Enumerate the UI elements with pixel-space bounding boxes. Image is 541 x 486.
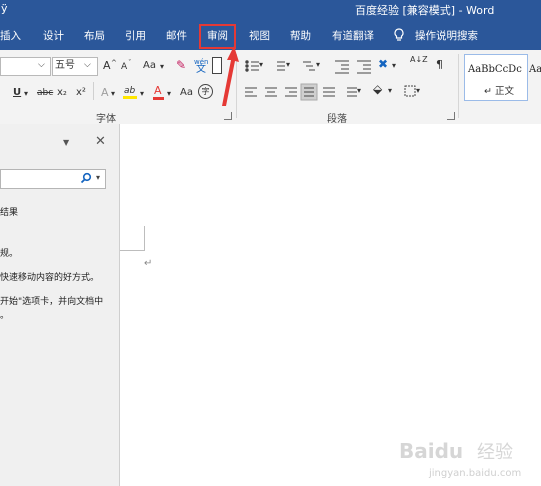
chevron-down-icon[interactable]: ▾ [167,87,171,101]
tab-view[interactable]: 视图 [249,28,270,45]
tab-mailings[interactable]: 邮件 [166,28,187,45]
caret-down-icon: ˇ [128,59,132,67]
paragraph-buttons [245,60,416,101]
navigation-pane: ▼ ✕ ▾ 结果 规。 快速移动内容的好方式。 开始"选项卡，并向文档中 。 [0,124,120,486]
watermark: Baidu 经验 jingyan.baidu.com [399,439,521,479]
pane-text-line: 规。 [0,249,19,259]
divider [93,82,94,100]
margin-corner-mark [120,250,144,251]
change-case-button[interactable]: Aa [143,59,156,73]
subscript-button[interactable]: x₂ [57,86,67,100]
grow-font-button[interactable]: A [103,59,111,73]
pane-text-line: 开始"选项卡，并向文档中 [0,297,104,307]
chevron-down-icon[interactable]: ⌵ [38,58,45,72]
char-shading-button[interactable]: Aa [180,86,193,100]
font-group-label: 字体 [96,114,116,125]
font-color-bar [153,97,164,100]
chevron-down-icon[interactable]: ▾ [388,84,392,98]
chevron-down-icon[interactable]: ▾ [286,58,290,72]
title-fragment: ÿ [1,2,8,15]
document-page[interactable]: ↵ [120,124,541,486]
paragraph-group-label: 段落 [327,114,347,125]
tab-layout[interactable]: 布局 [84,28,105,45]
chevron-down-icon[interactable]: ▾ [259,58,263,72]
tab-help[interactable]: 帮助 [290,28,311,45]
underline-button[interactable]: U [13,86,21,100]
font-size-value: 五号 [55,60,75,71]
strikethrough-button[interactable]: abc [37,86,53,100]
watermark-brand-cn: 经验 [477,442,513,463]
clear-formatting-icon[interactable]: ✎ [176,58,186,72]
pane-text-line: 。 [0,311,10,321]
paragraph-mark: ↵ [144,258,153,269]
chevron-down-icon[interactable]: ⌵ [84,58,91,72]
tab-references[interactable]: 引用 [125,28,146,45]
highlight-color-bar [123,96,137,99]
style-normal-sample: AaBbCcDc [468,64,522,75]
enclose-characters-button[interactable]: 字 [198,84,213,99]
chevron-down-icon[interactable]: ▾ [140,87,144,101]
watermark-brand: Baidu [399,439,463,463]
paragraph-dialog-launcher[interactable] [447,112,455,120]
chevron-down-icon[interactable]: ▾ [357,84,361,98]
lightbulb-icon[interactable] [393,28,405,42]
pane-text-line: 结果 [0,208,19,218]
chevron-down-icon[interactable]: ▾ [392,59,396,73]
shrink-font-button[interactable]: A [121,60,127,74]
chevron-down-icon[interactable]: ▾ [316,58,320,72]
chevron-down-icon[interactable]: ▾ [24,87,28,101]
style-next-sample[interactable]: Aa [529,64,541,75]
text-effects-button[interactable]: A [101,86,109,100]
font-color-button[interactable]: A [154,84,162,98]
style-normal-name: ↵ 正文 [484,86,514,97]
shading-icon[interactable]: ⬙ [373,82,382,96]
chinese-layout-icon[interactable]: ✖ [378,57,388,71]
chevron-down-icon[interactable]: ▾ [96,173,100,182]
tab-insert[interactable]: 插入 [0,28,21,45]
font-dialog-launcher[interactable] [224,112,232,120]
chevron-down-icon[interactable]: ▾ [111,87,115,101]
chevron-down-icon[interactable]: ▾ [416,84,420,98]
tab-youdao-translate[interactable]: 有道翻译 [332,28,374,45]
sort-button[interactable]: A↓Z [410,56,428,64]
chevron-down-icon[interactable]: ▾ [160,60,164,74]
tab-design[interactable]: 设计 [43,28,64,45]
watermark-url: jingyan.baidu.com [428,468,521,479]
group-separator [458,54,459,118]
tell-me-search[interactable]: 操作说明搜索 [415,28,478,45]
superscript-button[interactable]: x² [76,86,86,100]
phonetic-guide-button[interactable]: 文 [196,63,206,77]
margin-corner-mark [144,226,145,251]
pane-options-icon[interactable]: ▼ [63,138,69,147]
annotation-arrow [222,46,239,106]
window-title: 百度经验 [兼容模式] - Word [355,4,495,17]
close-icon[interactable]: ✕ [95,134,106,149]
pane-text-line: 快速移动内容的好方式。 [0,273,100,283]
show-marks-button[interactable]: ¶ [436,58,443,72]
magnifier-icon[interactable] [80,172,92,187]
caret-up-icon: ^ [111,59,117,67]
